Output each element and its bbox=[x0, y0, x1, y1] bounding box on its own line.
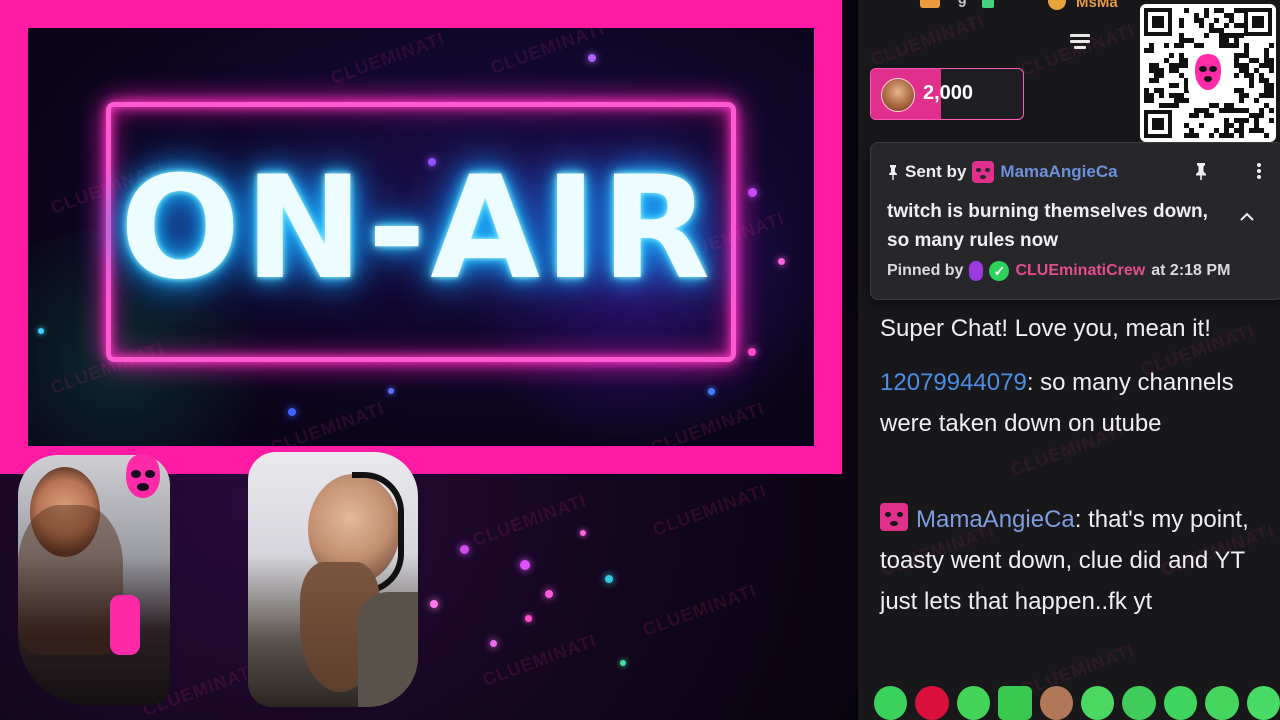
unpin-icon[interactable] bbox=[1191, 161, 1211, 181]
particle bbox=[430, 600, 438, 608]
particle bbox=[490, 640, 497, 647]
particle bbox=[748, 348, 756, 356]
emote-alien-icon[interactable] bbox=[874, 686, 908, 720]
emote-green-face-icon[interactable] bbox=[956, 686, 991, 720]
pink-mic bbox=[110, 595, 140, 655]
pinned-by-row: Pinned by ✓ CLUEminatiCrew at 2:18 PM bbox=[887, 261, 1230, 281]
emote-red-icon[interactable] bbox=[915, 686, 949, 720]
chat-message: 12079944079: so many channels were taken… bbox=[880, 362, 1270, 444]
hair bbox=[18, 505, 123, 655]
microphone-badge-icon bbox=[969, 261, 984, 281]
emote-alien-icon[interactable] bbox=[1246, 686, 1280, 720]
chevron-up-icon[interactable] bbox=[1239, 209, 1255, 225]
particle bbox=[708, 388, 715, 395]
leaderboard-badge-icon bbox=[920, 0, 940, 8]
watermark: CLUEMINATI bbox=[470, 490, 590, 550]
leaderboard-entry[interactable]: MsMa bbox=[1076, 0, 1118, 11]
on-air-sign: ON-AIR bbox=[119, 145, 715, 311]
particle bbox=[545, 590, 553, 598]
ski-mask-badge-icon bbox=[880, 503, 908, 531]
emote-angry-icon[interactable] bbox=[998, 686, 1032, 720]
emote-alien-icon[interactable] bbox=[1205, 686, 1239, 720]
emote-alien-icon[interactable] bbox=[1163, 686, 1198, 720]
chat-message: MamaAngieCa: that's my point, toasty wen… bbox=[880, 499, 1270, 622]
ski-mask-badge-icon bbox=[972, 161, 995, 183]
chat-message: Super Chat! Love you, mean it! bbox=[880, 308, 1270, 349]
sent-by-label: Sent by bbox=[905, 162, 967, 181]
pinned-sender-name[interactable]: MamaAngieCa bbox=[1000, 162, 1117, 182]
pinned-by-label: Pinned by bbox=[887, 262, 964, 279]
stream-video[interactable]: CLUEMINATI CLUEMINATI CLUEMINATI CLUEMIN… bbox=[0, 0, 858, 720]
leaderboard-entry[interactable]: 9 bbox=[958, 0, 966, 11]
hype-amount: 2,000 bbox=[923, 82, 974, 104]
overlay-frame: CLUEMINATI CLUEMINATI CLUEMINATI CLUEMIN… bbox=[0, 0, 842, 474]
particle bbox=[748, 188, 757, 197]
leaderboard-badge-icon bbox=[982, 0, 994, 8]
more-options-icon[interactable] bbox=[1249, 161, 1269, 181]
webcam-streamer-2 bbox=[248, 452, 418, 707]
particle bbox=[580, 530, 586, 536]
emote-bar bbox=[874, 686, 1280, 720]
pinned-message-text: twitch is burning themselves down, so ma… bbox=[887, 201, 1208, 251]
particle bbox=[388, 388, 394, 394]
particle bbox=[520, 560, 530, 570]
hoodie bbox=[358, 592, 418, 707]
pinned-time: at 2:18 PM bbox=[1151, 262, 1231, 279]
pinned-sender-row: Sent by MamaAngieCa bbox=[887, 161, 1118, 183]
qr-code bbox=[1140, 4, 1276, 142]
pinned-by-user[interactable]: CLUEminatiCrew bbox=[1015, 262, 1145, 280]
particle bbox=[460, 545, 469, 554]
watermark: CLUEMINATI bbox=[480, 630, 600, 690]
pin-icon bbox=[889, 165, 897, 180]
ski-mask-logo-icon bbox=[126, 454, 160, 498]
menu-icon[interactable] bbox=[1070, 34, 1090, 52]
pinned-message[interactable]: Sent by MamaAngieCa twitch is burning th… bbox=[870, 142, 1280, 300]
avatar bbox=[881, 78, 915, 112]
emote-person-icon[interactable] bbox=[1039, 686, 1074, 720]
particle bbox=[620, 660, 626, 666]
particle bbox=[588, 54, 596, 62]
emote-glasses-icon[interactable] bbox=[1122, 686, 1156, 720]
verified-badge-icon: ✓ bbox=[989, 261, 1010, 281]
chat-username[interactable]: MamaAngieCa bbox=[916, 506, 1075, 533]
qr-pattern bbox=[1144, 8, 1274, 138]
hype-train-badge[interactable]: 2,000 bbox=[870, 68, 1024, 120]
particle bbox=[38, 328, 44, 334]
particle bbox=[778, 258, 785, 265]
particle bbox=[605, 575, 613, 583]
emote-alien-icon[interactable] bbox=[1081, 686, 1115, 720]
on-air-scene: CLUEMINATI CLUEMINATI CLUEMINATI CLUEMIN… bbox=[28, 28, 814, 446]
coin-icon bbox=[1048, 0, 1066, 10]
watermark: CLUEMINATI bbox=[650, 480, 770, 540]
watermark: CLUEMINATI bbox=[328, 28, 448, 88]
watermark: CLUEMINATI bbox=[268, 398, 388, 446]
particle bbox=[525, 615, 532, 622]
watermark: CLUEMINATI bbox=[640, 580, 760, 640]
particle bbox=[288, 408, 296, 416]
chat-username[interactable]: 12079944079 bbox=[880, 369, 1027, 396]
message-text: Super Chat! Love you, mean it! bbox=[880, 315, 1211, 342]
